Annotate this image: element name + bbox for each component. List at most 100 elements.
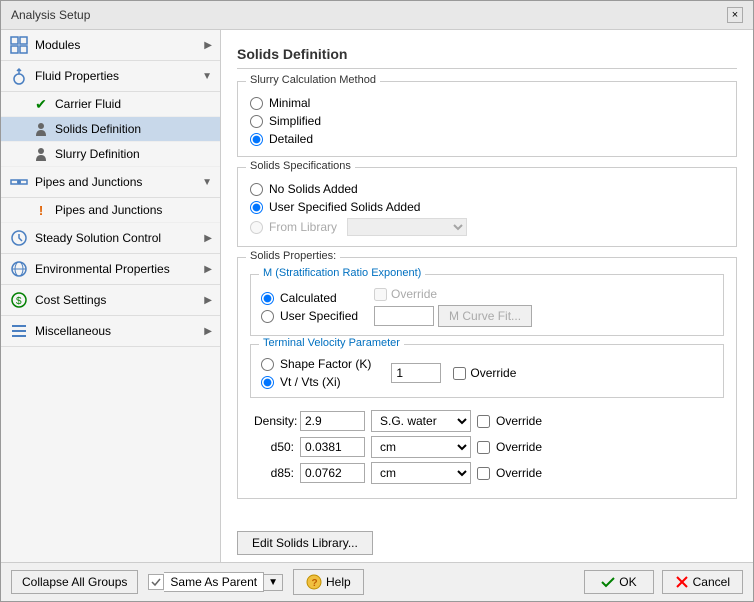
analysis-setup-window: Analysis Setup × Modules ▶ [0, 0, 754, 602]
slurry-person-icon [33, 146, 49, 162]
detailed-radio[interactable] [250, 133, 263, 146]
same-as-parent-checkbox[interactable] [148, 574, 164, 590]
d85-row: d85: cm mm in Override [254, 462, 724, 484]
sidebar-item-slurry-definition[interactable]: Slurry Definition [1, 142, 220, 167]
ok-button[interactable]: OK [584, 570, 653, 594]
sidebar-group-steady: Steady Solution Control ▶ [1, 223, 220, 254]
sidebar-group-misc-header[interactable]: Miscellaneous ▶ [1, 316, 220, 347]
steady-label: Steady Solution Control [35, 231, 204, 245]
terminal-override-label: Override [470, 366, 516, 380]
minimal-label: Minimal [269, 96, 310, 110]
sidebar-item-solids-definition[interactable]: Solids Definition [1, 117, 220, 142]
m-curve-fit-button[interactable]: M Curve Fit... [438, 305, 532, 327]
env-chevron: ▶ [204, 264, 212, 275]
from-library-select[interactable] [347, 218, 467, 236]
sidebar-group-steady-header[interactable]: Steady Solution Control ▶ [1, 223, 220, 254]
fluid-icon [9, 66, 29, 86]
detailed-label: Detailed [269, 132, 313, 146]
solids-properties-title: Solids Properties: [246, 250, 340, 262]
help-label: Help [326, 575, 351, 589]
same-as-parent-label: Same As Parent [164, 572, 264, 592]
ok-check-icon [601, 575, 615, 589]
vt-vts-label: Vt / Vts (Xi) [280, 375, 341, 389]
close-button[interactable]: × [727, 7, 743, 23]
misc-label: Miscellaneous [35, 324, 204, 338]
edit-solids-library-button[interactable]: Edit Solids Library... [237, 531, 373, 555]
svg-text:?: ? [312, 578, 318, 589]
detailed-radio-row: Detailed [250, 132, 724, 146]
vt-vts-radio-row: Vt / Vts (Xi) [261, 375, 371, 389]
simplified-radio[interactable] [250, 115, 263, 128]
m-group-title: M (Stratification Ratio Exponent) [259, 267, 425, 279]
shape-factor-radio[interactable] [261, 358, 274, 371]
pipes-chevron: ▼ [202, 177, 212, 188]
density-row: Density: S.G. water kg/m³ lb/ft³ Overrid… [254, 410, 724, 432]
density-override-check[interactable] [477, 415, 490, 428]
sidebar-group-modules-header[interactable]: Modules ▶ [1, 30, 220, 61]
minimal-radio-row: Minimal [250, 96, 724, 110]
bottom-bar: Collapse All Groups Same As Parent ▼ ? H… [1, 562, 753, 601]
slurry-method-group: Slurry Calculation Method Minimal Simpli… [237, 81, 737, 157]
user-specified-label: User Specified Solids Added [269, 200, 420, 214]
same-as-parent-dropdown[interactable]: ▼ [264, 574, 283, 591]
sidebar-item-pipes-junctions[interactable]: ! Pipes and Junctions [1, 198, 220, 223]
terminal-velocity-group: Terminal Velocity Parameter Shape Factor… [250, 344, 724, 398]
solids-specs-title: Solids Specifications [246, 160, 355, 172]
pipes-exclaim-icon: ! [33, 202, 49, 218]
fluid-chevron: ▼ [202, 71, 212, 82]
density-label: Density: [254, 414, 294, 428]
collapse-all-button[interactable]: Collapse All Groups [11, 570, 138, 594]
from-library-radio-row: From Library [250, 218, 724, 236]
user-specified-m-label: User Specified [280, 309, 358, 323]
steady-chevron: ▶ [204, 233, 212, 244]
shape-factor-radio-row: Shape Factor (K) [261, 357, 371, 371]
ok-label: OK [619, 575, 636, 589]
env-label: Environmental Properties [35, 262, 204, 276]
solids-specs-group: Solids Specifications No Solids Added Us… [237, 167, 737, 247]
sidebar-item-carrier-fluid[interactable]: ✔ Carrier Fluid [1, 92, 220, 117]
misc-chevron: ▶ [204, 326, 212, 337]
calculated-radio[interactable] [261, 292, 274, 305]
same-as-parent-control: Same As Parent ▼ [148, 572, 283, 592]
d50-label: d50: [254, 440, 294, 454]
d85-override-check[interactable] [477, 467, 490, 480]
density-unit-select[interactable]: S.G. water kg/m³ lb/ft³ [371, 410, 471, 432]
cancel-x-icon [675, 575, 689, 589]
slurry-method-options: Minimal Simplified Detailed [250, 96, 724, 146]
d85-input[interactable] [300, 463, 365, 483]
d50-unit-select[interactable]: cm mm in [371, 436, 471, 458]
calculated-override-check[interactable] [374, 288, 387, 301]
vt-vts-radio[interactable] [261, 376, 274, 389]
d50-override-label: Override [496, 440, 542, 454]
sidebar-group-env-header[interactable]: Environmental Properties ▶ [1, 254, 220, 285]
m-group: M (Stratification Ratio Exponent) Calcul… [250, 274, 724, 336]
no-solids-radio[interactable] [250, 183, 263, 196]
user-specified-radio-row: User Specified Solids Added [250, 200, 724, 214]
d50-override-check[interactable] [477, 441, 490, 454]
svg-text:$: $ [16, 296, 22, 307]
d85-label: d85: [254, 466, 294, 480]
sidebar-group-cost-header[interactable]: $ Cost Settings ▶ [1, 285, 220, 316]
particle-params: Density: S.G. water kg/m³ lb/ft³ Overrid… [250, 410, 724, 484]
bottom-bar-left: Collapse All Groups Same As Parent ▼ ? H… [11, 569, 574, 595]
from-library-radio[interactable] [250, 221, 263, 234]
sidebar-group-fluid-header[interactable]: Fluid Properties ▼ [1, 61, 220, 92]
m-user-value-input[interactable] [374, 306, 434, 326]
solids-person-icon [33, 121, 49, 137]
density-input[interactable] [300, 411, 365, 431]
help-button[interactable]: ? Help [293, 569, 364, 595]
minimal-radio[interactable] [250, 97, 263, 110]
user-specified-m-radio[interactable] [261, 310, 274, 323]
d85-unit-select[interactable]: cm mm in [371, 462, 471, 484]
terminal-override-check[interactable] [453, 367, 466, 380]
pipes-label: Pipes and Junctions [35, 175, 202, 189]
terminal-value-input[interactable] [391, 363, 441, 383]
calculated-override-label: Override [391, 287, 437, 301]
title-bar: Analysis Setup × [1, 1, 753, 30]
sidebar-group-pipes: Pipes and Junctions ▼ ! Pipes and Juncti… [1, 167, 220, 223]
cancel-button[interactable]: Cancel [662, 570, 743, 594]
user-specified-radio[interactable] [250, 201, 263, 214]
d50-input[interactable] [300, 437, 365, 457]
sidebar-group-env: Environmental Properties ▶ [1, 254, 220, 285]
sidebar-group-pipes-header[interactable]: Pipes and Junctions ▼ [1, 167, 220, 198]
